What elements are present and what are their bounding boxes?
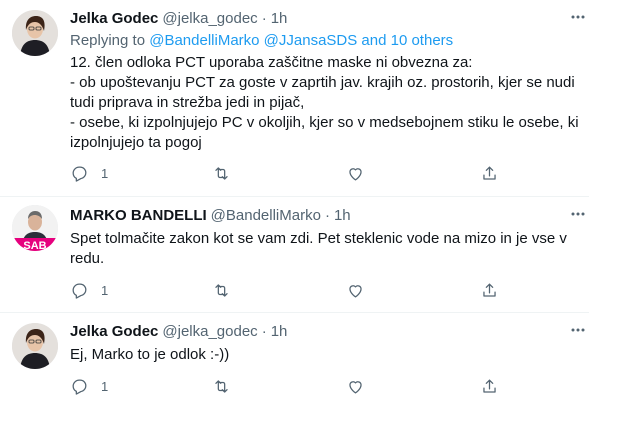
tweet[interactable]: SAB MARKO BANDELLI @BandelliMarko · 1h S… bbox=[0, 197, 589, 312]
avatar-portrait-icon bbox=[12, 323, 58, 369]
like-button[interactable] bbox=[346, 377, 376, 396]
replying-to-label: Replying to bbox=[70, 32, 146, 49]
retweet-icon bbox=[215, 380, 228, 393]
separator-dot: · bbox=[261, 9, 267, 27]
tweet-text: 12. člen odloka PCT uporaba zaščitne mas… bbox=[70, 54, 579, 151]
tweet-header: Jelka Godec @jelka_godec · 1h bbox=[70, 321, 589, 341]
like-icon bbox=[349, 168, 362, 181]
share-button[interactable] bbox=[480, 164, 510, 183]
tweet-content: MARKO BANDELLI @BandelliMarko · 1h Spet … bbox=[70, 205, 589, 269]
like-icon bbox=[349, 381, 362, 394]
reply-count: 1 bbox=[101, 283, 109, 298]
timestamp[interactable]: 1h bbox=[271, 10, 288, 27]
tweet-actions: 1 bbox=[70, 377, 510, 396]
reply-button[interactable]: 1 bbox=[70, 164, 108, 183]
tweet-header: MARKO BANDELLI @BandelliMarko · 1h bbox=[70, 205, 589, 225]
like-button[interactable] bbox=[346, 281, 376, 300]
more-icon[interactable] bbox=[567, 319, 589, 341]
reply-icon bbox=[72, 283, 87, 299]
tweet-thread: Jelka Godec @jelka_godec · 1h Replying t… bbox=[0, 0, 623, 441]
reply-icon bbox=[72, 166, 87, 182]
like-icon bbox=[349, 285, 362, 298]
tweet-text: Ej, Marko to je odlok :-)) bbox=[70, 346, 230, 363]
retweet-button[interactable] bbox=[212, 377, 242, 396]
author-handle[interactable]: @jelka_godec bbox=[162, 323, 257, 340]
tweet-content: Jelka Godec @jelka_godec · 1h Replying t… bbox=[70, 8, 589, 153]
tweet-actions: 1 bbox=[70, 281, 510, 300]
reply-icon bbox=[72, 379, 87, 395]
retweet-icon bbox=[215, 167, 228, 180]
share-icon bbox=[483, 166, 496, 180]
timestamp[interactable]: 1h bbox=[334, 207, 351, 224]
timestamp[interactable]: 1h bbox=[271, 323, 288, 340]
tweet[interactable]: Jelka Godec @jelka_godec · 1h Replying t… bbox=[0, 0, 589, 196]
tweet-text: Spet tolmačite zakon kot se vam zdi. Pet… bbox=[70, 230, 572, 267]
like-button[interactable] bbox=[346, 164, 376, 183]
share-icon bbox=[483, 283, 496, 297]
replying-to-users-link[interactable]: @BandelliMarko @JJansaSDS and 10 others bbox=[149, 32, 453, 49]
tweet-actions: 1 bbox=[70, 164, 510, 183]
tweet[interactable]: Jelka Godec @jelka_godec · 1h Ej, Marko … bbox=[0, 313, 589, 441]
share-icon bbox=[483, 379, 496, 393]
retweet-button[interactable] bbox=[212, 164, 242, 183]
avatar[interactable]: SAB bbox=[12, 205, 58, 251]
avatar-sab-icon: SAB bbox=[12, 205, 58, 251]
more-icon[interactable] bbox=[567, 203, 589, 225]
separator-dot: · bbox=[324, 206, 330, 224]
share-button[interactable] bbox=[480, 377, 510, 396]
avatar-text: SAB bbox=[23, 240, 46, 251]
author-handle[interactable]: @jelka_godec bbox=[162, 10, 257, 27]
author-handle[interactable]: @BandelliMarko bbox=[211, 207, 321, 224]
tweet-content: Jelka Godec @jelka_godec · 1h Ej, Marko … bbox=[70, 321, 589, 365]
avatar-portrait-icon bbox=[12, 10, 58, 56]
share-button[interactable] bbox=[480, 281, 510, 300]
reply-button[interactable]: 1 bbox=[70, 281, 108, 300]
tweet-header: Jelka Godec @jelka_godec · 1h bbox=[70, 8, 589, 28]
more-icon[interactable] bbox=[567, 6, 589, 28]
author-name[interactable]: Jelka Godec bbox=[70, 10, 158, 27]
reply-count: 1 bbox=[101, 379, 109, 394]
avatar[interactable] bbox=[12, 323, 58, 369]
avatar[interactable] bbox=[12, 10, 58, 56]
author-name[interactable]: MARKO BANDELLI bbox=[70, 207, 207, 224]
retweet-icon bbox=[215, 284, 228, 297]
reply-button[interactable]: 1 bbox=[70, 377, 108, 396]
author-name[interactable]: Jelka Godec bbox=[70, 323, 158, 340]
reply-count: 1 bbox=[101, 166, 109, 181]
separator-dot: · bbox=[261, 322, 267, 340]
replying-to: Replying to @BandelliMarko @JJansaSDS an… bbox=[70, 32, 589, 49]
retweet-button[interactable] bbox=[212, 281, 242, 300]
